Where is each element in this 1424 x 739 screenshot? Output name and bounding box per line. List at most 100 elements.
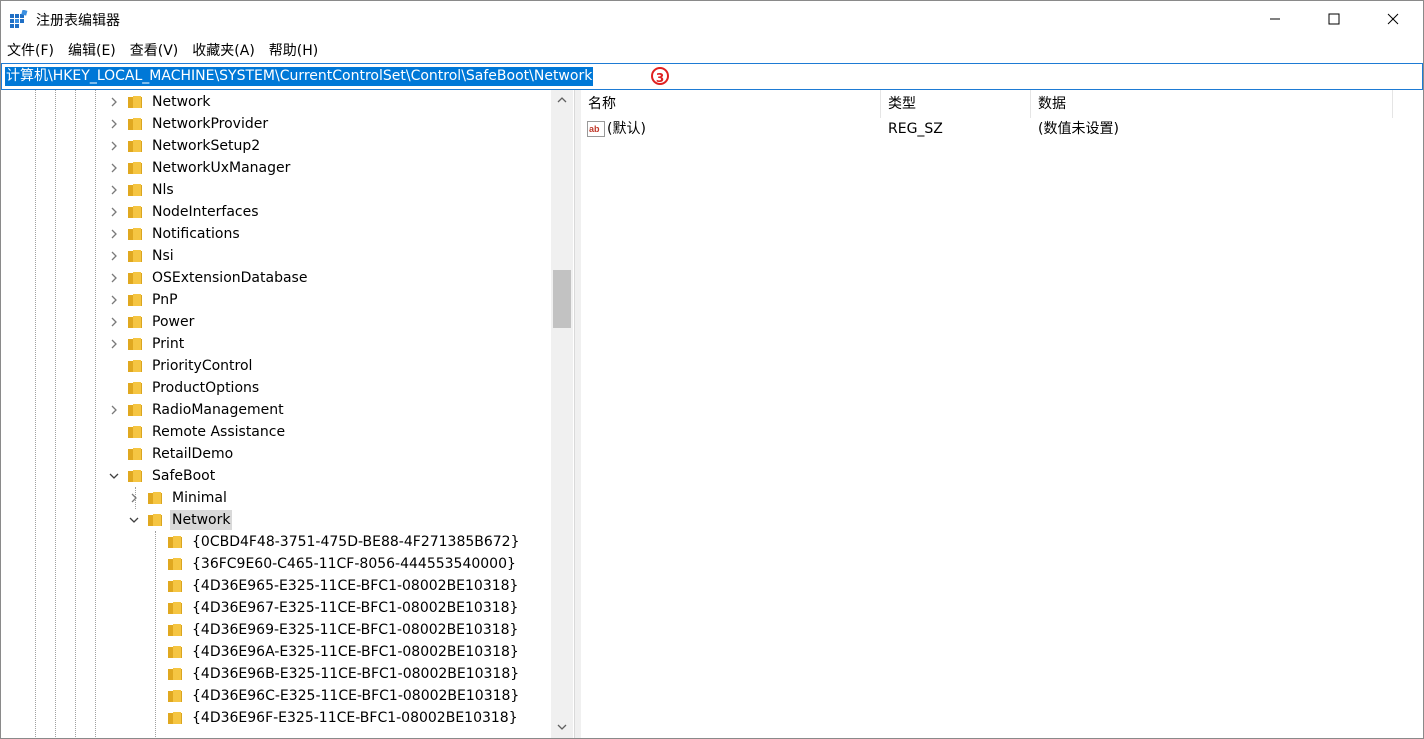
tree-node[interactable]: NetworkUxManager (108, 157, 292, 179)
folder-icon (128, 249, 144, 263)
tree-node[interactable]: {4D36E96F-E325-11CE-BFC1-08002BE10318} (148, 707, 520, 729)
tree-node[interactable]: Print (108, 333, 186, 355)
folder-icon (128, 117, 144, 131)
tree-node-label: {4D36E967-E325-11CE-BFC1-08002BE10318} (192, 600, 519, 616)
chevron-right-icon[interactable] (108, 201, 120, 223)
tree-node[interactable]: NetworkProvider (108, 113, 270, 135)
scroll-up-button[interactable] (551, 90, 573, 110)
close-button[interactable] (1364, 0, 1422, 38)
chevron-right-icon[interactable] (128, 487, 140, 509)
tree-connector (148, 597, 160, 619)
folder-icon (128, 315, 144, 329)
tree-node[interactable]: {0CBD4F48-3751-475D-BE88-4F271385B672} (148, 531, 522, 553)
folder-icon (168, 623, 184, 637)
chevron-right-icon[interactable] (108, 289, 120, 311)
tree-node-label: {4D36E96C-E325-11CE-BFC1-08002BE10318} (192, 688, 520, 704)
tree-node[interactable]: Notifications (108, 223, 242, 245)
scroll-down-button[interactable] (551, 717, 573, 737)
tree-scrollbar[interactable] (551, 90, 573, 739)
tree-node[interactable]: NodeInterfaces (108, 201, 261, 223)
folder-icon (168, 667, 184, 681)
tree-node[interactable]: Power (108, 311, 196, 333)
tree-node[interactable]: {4D36E967-E325-11CE-BFC1-08002BE10318} (148, 597, 520, 619)
tree-node-label: RadioManagement (152, 402, 284, 418)
scroll-thumb[interactable] (553, 270, 571, 328)
tree-node[interactable]: OSExtensionDatabase (108, 267, 309, 289)
tree-node[interactable]: Minimal (128, 487, 229, 509)
chevron-right-icon[interactable] (108, 245, 120, 267)
tree-node[interactable]: {4D36E965-E325-11CE-BFC1-08002BE10318} (148, 575, 520, 597)
column-header-data[interactable]: 数据 (1031, 90, 1393, 118)
window-title: 注册表编辑器 (36, 13, 120, 29)
tree-connector (148, 685, 160, 707)
tree-node[interactable]: Network (128, 509, 233, 531)
chevron-right-icon[interactable] (108, 157, 120, 179)
tree-node[interactable]: {4D36E969-E325-11CE-BFC1-08002BE10318} (148, 619, 520, 641)
pane-splitter[interactable] (574, 90, 581, 739)
chevron-right-icon[interactable] (108, 399, 120, 421)
menu-help[interactable]: 帮助(H) (262, 40, 325, 62)
chevron-right-icon[interactable] (108, 223, 120, 245)
chevron-right-icon[interactable] (108, 113, 120, 135)
tree-connector (148, 663, 160, 685)
tree-node[interactable]: {4D36E96A-E325-11CE-BFC1-08002BE10318} (148, 641, 521, 663)
tree-node[interactable]: RadioManagement (108, 399, 286, 421)
tree-node[interactable]: NetworkSetup2 (108, 135, 262, 157)
folder-icon (128, 425, 144, 439)
tree-node[interactable]: SafeBoot (108, 465, 217, 487)
maximize-button[interactable] (1305, 0, 1363, 38)
menu-view[interactable]: 查看(V) (123, 40, 186, 62)
folder-icon (168, 557, 184, 571)
tree-node[interactable]: Nsi (108, 245, 176, 267)
tree-node[interactable]: Network (108, 91, 212, 113)
tree-node[interactable]: {4D36E96C-E325-11CE-BFC1-08002BE10318} (148, 685, 521, 707)
column-header-type[interactable]: 类型 (881, 90, 1031, 118)
tree-guide-line (35, 90, 36, 739)
folder-icon (128, 359, 144, 373)
tree-node-label: Power (152, 314, 195, 330)
chevron-right-icon[interactable] (108, 311, 120, 333)
tree-node-label: Network (170, 510, 233, 530)
address-bar[interactable]: 计算机\HKEY_LOCAL_MACHINE\SYSTEM\CurrentCon… (1, 63, 1423, 90)
tree-node[interactable]: PriorityControl (108, 355, 254, 377)
tree-connector (148, 575, 160, 597)
tree-node-label: Minimal (172, 490, 227, 506)
tree-node-label: NetworkUxManager (152, 160, 291, 176)
tree-guide-line (55, 90, 56, 739)
menu-favorites[interactable]: 收藏夹(A) (185, 40, 262, 62)
chevron-right-icon[interactable] (108, 267, 120, 289)
folder-icon (128, 403, 144, 417)
tree-node-label: {0CBD4F48-3751-475D-BE88-4F271385B672} (192, 534, 520, 550)
tree-node-label: NetworkSetup2 (152, 138, 261, 154)
value-row[interactable]: ab (默认) REG_SZ (数值未设置) (581, 118, 1393, 140)
chevron-down-icon (557, 724, 567, 730)
chevron-down-icon[interactable] (108, 465, 120, 487)
tree-node[interactable]: PnP (108, 289, 180, 311)
tree-node-label: {36FC9E60-C465-11CF-8056-444553540000} (192, 556, 516, 572)
tree-node[interactable]: Nls (108, 179, 176, 201)
tree-guide-line (95, 90, 96, 739)
chevron-right-icon[interactable] (108, 179, 120, 201)
chevron-down-icon[interactable] (128, 509, 140, 531)
tree-node[interactable]: {4D36E96B-E325-11CE-BFC1-08002BE10318} (148, 663, 521, 685)
menu-edit[interactable]: 编辑(E) (61, 40, 123, 62)
chevron-right-icon[interactable] (108, 135, 120, 157)
tree-node[interactable]: ProductOptions (108, 377, 261, 399)
address-path[interactable]: 计算机\HKEY_LOCAL_MACHINE\SYSTEM\CurrentCon… (5, 67, 594, 86)
chevron-right-icon[interactable] (108, 333, 120, 355)
tree-node[interactable]: {36FC9E60-C465-11CF-8056-444553540000} (148, 553, 518, 575)
tree-node-label: {4D36E96F-E325-11CE-BFC1-08002BE10318} (192, 710, 518, 726)
tree-node-label: NodeInterfaces (152, 204, 259, 220)
tree-node[interactable]: RetailDemo (108, 443, 235, 465)
column-header-name[interactable]: 名称 (581, 90, 881, 118)
folder-icon (128, 469, 144, 483)
folder-icon (128, 381, 144, 395)
tree-node[interactable]: Remote Assistance (108, 421, 287, 443)
tree-node-label: OSExtensionDatabase (152, 270, 308, 286)
svg-text:ab: ab (589, 124, 600, 134)
menu-file[interactable]: 文件(F) (0, 40, 61, 62)
tree-connector (108, 377, 120, 399)
folder-icon (168, 711, 184, 725)
chevron-right-icon[interactable] (108, 91, 120, 113)
minimize-button[interactable] (1246, 0, 1304, 38)
